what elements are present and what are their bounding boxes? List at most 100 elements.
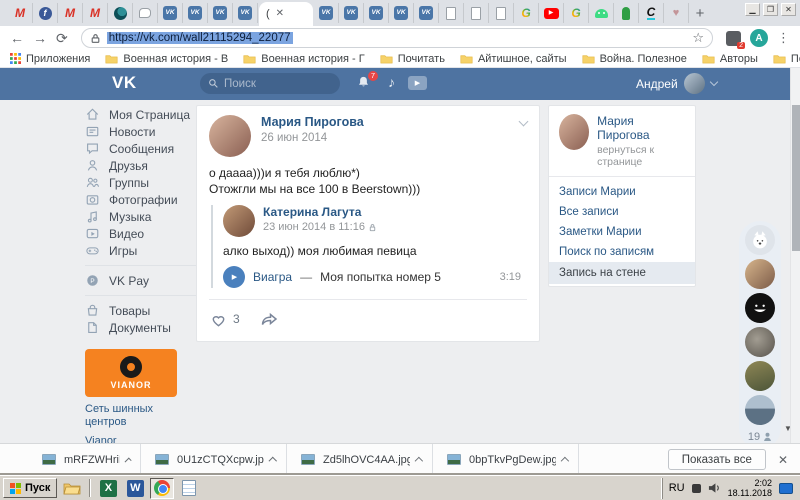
tab-vk[interactable] [208, 3, 233, 23]
share-icon[interactable] [259, 309, 279, 329]
scrollbar-thumb[interactable] [792, 105, 800, 251]
sidebar-item-goods[interactable]: Товары [85, 302, 197, 319]
sidebar-item-my-page[interactable]: Моя Страница [85, 106, 197, 123]
sidebar-item-groups[interactable]: Группы [85, 174, 197, 191]
sidebar-item-documents[interactable]: Документы [85, 319, 197, 336]
forward-icon[interactable]: → [33, 31, 47, 45]
tab-gmail[interactable] [58, 3, 83, 23]
menu-dots-icon[interactable] [777, 30, 790, 46]
tab-vk[interactable] [314, 3, 339, 23]
menu-item-wall-post[interactable]: Запись на стене [549, 262, 695, 284]
tab-teal-app[interactable] [108, 3, 133, 23]
sidebar-item-friends[interactable]: Друзья [85, 157, 197, 174]
ad-title-line1[interactable]: Сеть шинных центров [85, 403, 197, 429]
tab-google[interactable] [564, 3, 589, 23]
language-indicator[interactable]: RU [669, 482, 685, 494]
notifications-bell-icon[interactable]: 7 [356, 75, 371, 95]
sidebar-item-games[interactable]: Игры [85, 242, 197, 259]
tab-doc[interactable] [439, 3, 464, 23]
tab-youtube[interactable] [539, 3, 564, 23]
online-count-row[interactable]: 19 [748, 431, 772, 443]
tab-vk[interactable] [339, 3, 364, 23]
bookmark-folder[interactable]: Военная история - Г [243, 53, 364, 65]
vk-dog-avatar[interactable] [745, 225, 775, 255]
friend-avatar[interactable] [745, 293, 775, 323]
bookmark-folder[interactable]: Авторы [702, 53, 758, 65]
tab-close-icon[interactable] [276, 9, 284, 19]
friend-avatar[interactable] [745, 395, 775, 425]
repost-author-avatar[interactable] [223, 205, 255, 237]
start-button[interactable]: Пуск [3, 478, 57, 498]
bookmark-folder[interactable]: Военная история - В [105, 53, 228, 65]
sidebar-item-video[interactable]: Видео [85, 225, 197, 242]
sidebar-item-news[interactable]: Новости [85, 123, 197, 140]
taskbar-word-button[interactable] [123, 478, 147, 499]
post-menu-chevron-icon[interactable] [519, 117, 529, 127]
sidebar-item-music[interactable]: Музыка [85, 208, 197, 225]
post-author-name[interactable]: Мария Пирогова [261, 115, 364, 129]
show-desktop-icon[interactable] [779, 483, 793, 494]
tab-vk[interactable] [389, 3, 414, 23]
bookmark-folder[interactable]: Айтишное, сайты [460, 53, 567, 65]
audio-artist[interactable]: Виагра [253, 270, 292, 284]
repost-author-name[interactable]: Катерина Лагута [263, 205, 377, 219]
repost-date[interactable]: 23 июн 2014 в 11:16 [263, 221, 365, 233]
like-heart-icon[interactable] [209, 310, 228, 329]
download-item[interactable]: Zd5lhOVC4AA.jpg [287, 444, 433, 475]
friend-avatar[interactable] [745, 361, 775, 391]
right-panel-name[interactable]: Мария Пирогова [597, 114, 685, 142]
tab-c-app[interactable] [639, 3, 664, 23]
post-date[interactable]: 26 июн 2014 [261, 132, 364, 144]
tab-google[interactable] [514, 3, 539, 23]
taskbar-clock[interactable]: 2:02 18.11.2018 [728, 478, 772, 498]
download-menu-chevron-icon[interactable] [124, 457, 131, 464]
tab-vk[interactable] [414, 3, 439, 23]
download-item[interactable]: 0bpTkvPgDew.jpg [433, 444, 579, 475]
close-downloads-icon[interactable] [778, 453, 788, 467]
taskbar-notepad-button[interactable] [177, 478, 201, 499]
music-icon[interactable] [388, 74, 395, 90]
page-scrollbar[interactable] [790, 68, 800, 443]
search-input[interactable] [224, 78, 324, 90]
taskbar-folder-button[interactable] [60, 478, 84, 499]
bookmark-folder[interactable]: Почитать [380, 53, 445, 65]
audio-attachment[interactable]: Виагра — Моя попытка номер 5 3:19 [223, 266, 527, 288]
tab-chat[interactable] [133, 3, 158, 23]
menu-item-maria-posts[interactable]: Записи Марии [549, 182, 695, 202]
active-tab[interactable]: ( [259, 2, 313, 26]
menu-item-maria-notes[interactable]: Заметки Марии [549, 222, 695, 242]
taskbar-chrome-button[interactable] [150, 478, 174, 499]
menu-item-all-posts[interactable]: Все записи [549, 202, 695, 222]
new-tab-button[interactable]: + [689, 5, 711, 22]
taskbar-excel-button[interactable] [96, 478, 120, 499]
download-menu-chevron-icon[interactable] [269, 457, 277, 465]
back-icon[interactable]: ← [10, 31, 24, 45]
audio-play-icon[interactable] [223, 266, 245, 288]
tab-gmail[interactable] [83, 3, 108, 23]
sidebar-item-messages[interactable]: Сообщения [85, 140, 197, 157]
post-author-avatar[interactable] [209, 115, 251, 157]
right-panel-avatar[interactable] [559, 114, 589, 150]
friend-avatar[interactable] [745, 259, 775, 289]
menu-item-search-posts[interactable]: Поиск по записям [549, 242, 695, 262]
vk-profile-menu[interactable]: Андрей [636, 73, 717, 94]
download-item[interactable]: mRFZWHriLzc.jpg [0, 444, 141, 475]
ad-title-line2[interactable]: Vianor [85, 435, 197, 443]
download-menu-chevron-icon[interactable] [561, 457, 569, 465]
reload-icon[interactable]: ⟳ [56, 31, 68, 45]
tab-gmail[interactable] [8, 3, 33, 23]
bookmark-apps[interactable]: Приложения [10, 53, 90, 65]
friend-avatar[interactable] [745, 327, 775, 357]
vk-logo[interactable] [112, 73, 137, 93]
tab-android[interactable] [589, 3, 614, 23]
maximize-button[interactable]: ❐ [763, 3, 778, 16]
bookmark-folder[interactable]: Покупки [773, 53, 800, 65]
show-all-downloads-button[interactable]: Показать все [668, 449, 766, 470]
close-button[interactable]: ✕ [781, 3, 796, 16]
sidebar-item-vkpay[interactable]: PVK Pay [85, 272, 197, 289]
browser-profile-avatar[interactable]: A [750, 29, 768, 47]
sidebar-item-photos[interactable]: Фотографии [85, 191, 197, 208]
tray-app-icon[interactable] [692, 484, 701, 493]
tab-plant[interactable] [614, 3, 639, 23]
tab-facebook[interactable] [33, 3, 58, 23]
